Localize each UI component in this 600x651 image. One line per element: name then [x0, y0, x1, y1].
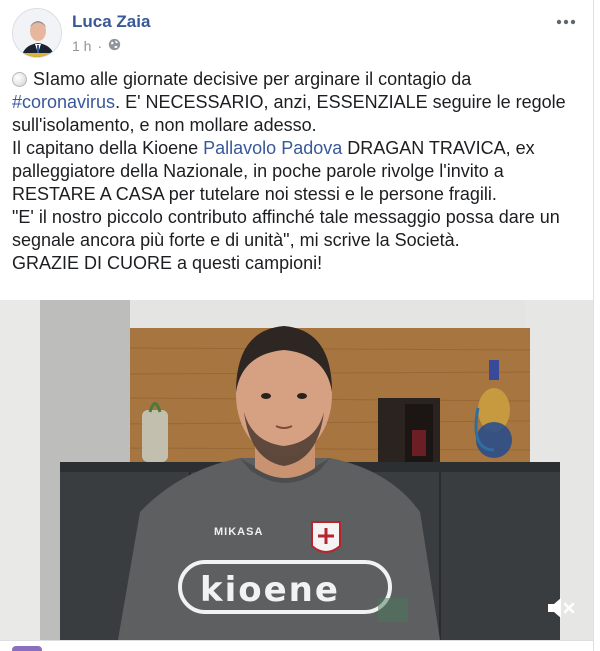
post-line: "E' il nostro piccolo contributo affinch… — [12, 207, 560, 227]
shirt-sponsor-text: Kioene — [200, 570, 340, 610]
post-line: segnale ancora più forte e di unità", mi… — [12, 230, 460, 250]
post-line-text: DRAGAN TRAVICA, ex — [342, 138, 535, 158]
post-meta: 1 h · — [72, 38, 121, 54]
post-line-text: SIamo alle giornate decisive per arginar… — [33, 69, 472, 89]
post-line: GRAZIE DI CUORE a questi campioni! — [12, 253, 323, 273]
author-name[interactable]: Luca Zaia — [72, 12, 150, 32]
avatar-photo — [13, 9, 61, 57]
post-line: RESTARE A CASA per tutelare noi stessi e… — [12, 184, 497, 204]
meta-separator: · — [97, 38, 103, 54]
hashtag-link[interactable]: #coronavirus — [12, 92, 115, 112]
post-line: #coronavirus. E' NECESSARIO, anzi, ESSEN… — [12, 91, 582, 114]
post-line: sull'isolamento, e non mollare adesso. — [12, 115, 317, 135]
post-timestamp[interactable]: 1 h — [72, 38, 91, 54]
post-line-text: . E' NECESSARIO, anzi, ESSENZIALE seguir… — [115, 92, 566, 112]
shirt-brand-text: MIKASA — [214, 526, 264, 538]
post-body: SIamo alle giornate decisive per arginar… — [12, 68, 582, 275]
video-player[interactable]: MIKASA Kioene — [0, 300, 593, 640]
volleyball-icon — [12, 72, 27, 87]
post-line: palleggiatore della Nazionale, in poche … — [12, 161, 504, 181]
more-options-icon[interactable] — [554, 12, 578, 32]
post-header: Luca Zaia 1 h · — [12, 8, 582, 62]
globe-icon[interactable] — [108, 38, 121, 54]
speaker-muted-icon[interactable] — [544, 594, 576, 622]
post-line-text: Il capitano della Kioene — [12, 138, 204, 158]
reaction-icon[interactable] — [12, 646, 42, 651]
post-line: SIamo alle giornate decisive per arginar… — [12, 68, 582, 91]
post-line: Il capitano della Kioene Pallavolo Padov… — [12, 137, 582, 160]
facebook-post: Luca Zaia 1 h · SIamo alle giornate deci… — [0, 0, 594, 651]
page-link[interactable]: Pallavolo Padova — [203, 138, 342, 158]
avatar[interactable] — [12, 8, 62, 58]
post-footer — [0, 640, 593, 651]
